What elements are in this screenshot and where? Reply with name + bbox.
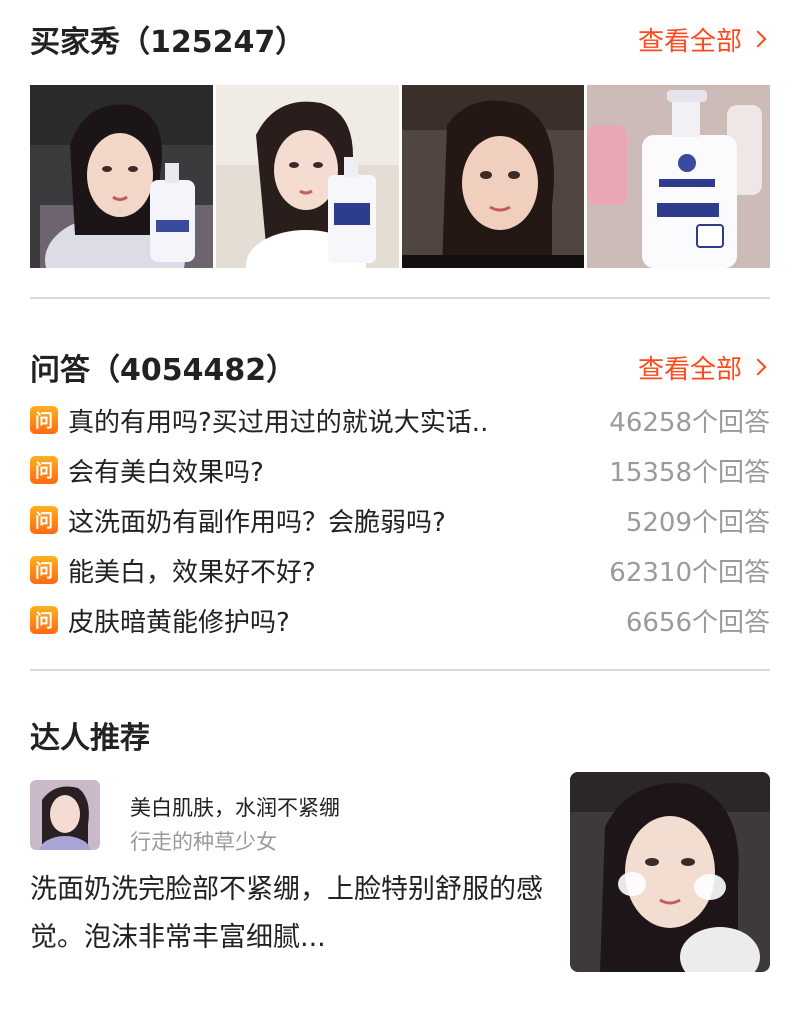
qa-view-all-link[interactable]: 查看全部 [638, 349, 770, 386]
question-badge-icon: 问 [30, 506, 58, 534]
qa-answer-count: 46258个回答 [609, 407, 770, 438]
section-divider [30, 669, 770, 671]
qa-header: 问答（4054482） 查看全部 [30, 342, 770, 392]
buyer-photo-1-image [30, 85, 213, 268]
qa-item[interactable]: 问 真的有用吗?买过用过的就说大实话.. 46258个回答 [30, 395, 770, 445]
question-badge-icon: 问 [30, 556, 58, 584]
buyer-show-view-all-link[interactable]: 查看全部 [638, 21, 770, 58]
avatar[interactable] [30, 780, 100, 850]
qa-item[interactable]: 问 会有美白效果吗? 15358个回答 [30, 445, 770, 495]
qa-answer-count: 5209个回答 [625, 507, 770, 538]
section-divider [30, 297, 770, 299]
buyer-photo-2[interactable] [215, 85, 399, 268]
qa-section: 问答（4054482） 查看全部 问 真的有用吗?买过用过的就说大实话.. 46… [30, 342, 770, 645]
avatar-image [30, 780, 100, 850]
qa-question: 这洗面奶有副作用吗？会脆弱吗? [68, 507, 446, 538]
expert-title: 达人推荐 [30, 721, 150, 756]
qa-question: 真的有用吗?买过用过的就说大实话.. [68, 407, 489, 438]
question-badge-icon: 问 [30, 406, 58, 434]
view-all-label: 查看全部 [637, 26, 742, 57]
qa-question: 会有美白效果吗? [68, 457, 264, 488]
expert-section: 达人推荐 美白肌肤，水润不紧绷 行走的种草少女 洗面奶洗完脸部不紧绷，上脸特别舒… [30, 710, 770, 1032]
qa-answer-count: 6656个回答 [625, 607, 770, 638]
expert-photo-image [570, 772, 770, 972]
chevron-right-icon [749, 358, 767, 376]
expert-header: 达人推荐 [30, 710, 770, 760]
view-all-label: 查看全部 [637, 354, 742, 385]
buyer-show-section: 买家秀（125247） 查看全部 [30, 14, 770, 268]
question-badge-icon: 问 [30, 606, 58, 634]
buyer-photo-strip [30, 85, 770, 268]
qa-answer-count: 15358个回答 [609, 457, 770, 488]
qa-item[interactable]: 问 这洗面奶有副作用吗？会脆弱吗? 5209个回答 [30, 495, 770, 545]
expert-post-card[interactable]: 美白肌肤，水润不紧绷 行走的种草少女 洗面奶洗完脸部不紧绷，上脸特别舒服的感觉。… [30, 772, 770, 1032]
buyer-photo-4-image [587, 85, 770, 268]
qa-list: 问 真的有用吗?买过用过的就说大实话.. 46258个回答 问 会有美白效果吗?… [30, 395, 770, 645]
expert-post-title: 美白肌肤，水润不紧绷 [130, 796, 340, 820]
question-badge-icon: 问 [30, 456, 58, 484]
buyer-photo-1[interactable] [30, 85, 213, 268]
qa-question: 皮肤暗黄能修护吗? [68, 607, 290, 638]
qa-question: 能美白，效果好不好? [68, 557, 316, 588]
buyer-show-title: 买家秀（125247） [30, 25, 306, 60]
buyer-photo-2-image [215, 85, 399, 268]
qa-answer-count: 62310个回答 [609, 557, 770, 588]
expert-post-description: 洗面奶洗完脸部不紧绷，上脸特别舒服的感觉。泡沫非常丰富细腻... [30, 874, 543, 953]
qa-title: 问答（4054482） [30, 353, 297, 388]
chevron-right-icon [749, 30, 767, 48]
expert-author-name[interactable]: 行走的种草少女 [130, 826, 277, 856]
buyer-photo-4[interactable] [587, 85, 770, 268]
expert-post-photo[interactable] [570, 772, 770, 972]
qa-item[interactable]: 问 能美白，效果好不好? 62310个回答 [30, 545, 770, 595]
qa-item[interactable]: 问 皮肤暗黄能修护吗? 6656个回答 [30, 595, 770, 645]
buyer-photo-3[interactable] [401, 85, 585, 268]
buyer-photo-3-image [401, 85, 585, 268]
buyer-show-header: 买家秀（125247） 查看全部 [30, 14, 770, 64]
